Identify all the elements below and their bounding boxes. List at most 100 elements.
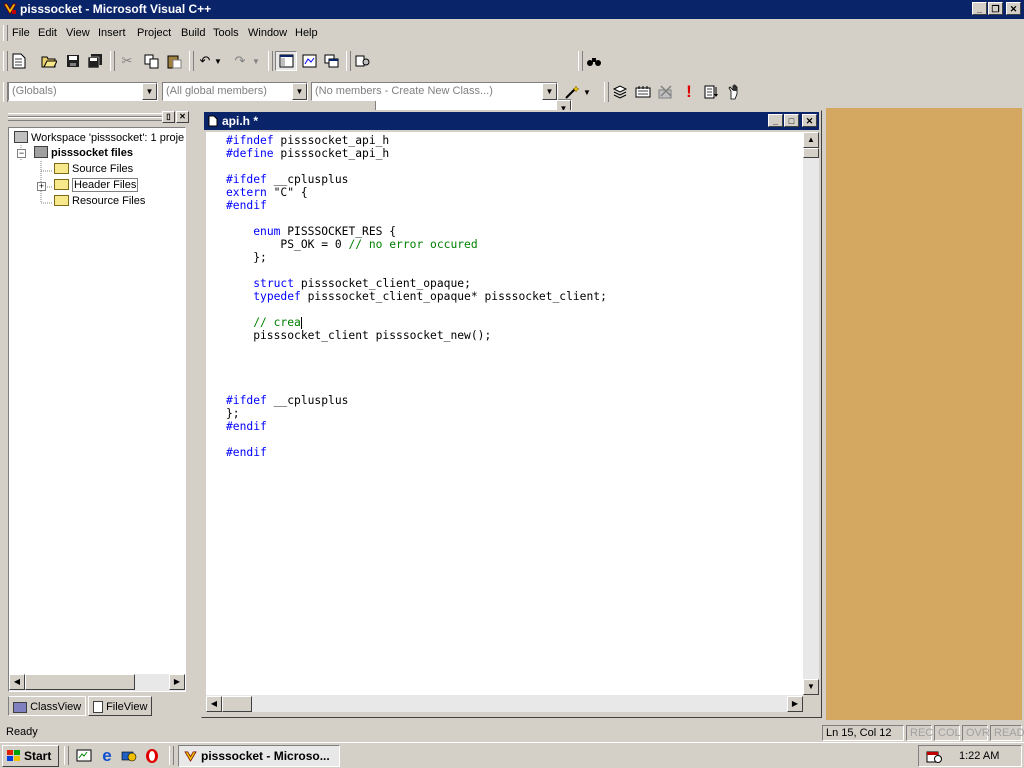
code-line[interactable]: PS_OK = 0 // no error occured — [226, 238, 477, 251]
restore-button[interactable]: ❐ — [988, 2, 1003, 15]
chevron-down-icon[interactable]: ▼ — [292, 83, 307, 100]
code-line[interactable]: extern "C" { — [226, 186, 308, 199]
tab-classview[interactable]: ClassView — [8, 696, 86, 716]
code-text[interactable]: #ifndef pisssocket_api_h #define pisssoc… — [226, 134, 607, 459]
close-button[interactable]: ✕ — [1006, 2, 1021, 15]
code-line[interactable]: }; — [226, 251, 267, 264]
new-text-file-icon[interactable] — [8, 51, 30, 71]
filter-combo[interactable]: (All global members) ▼ — [162, 82, 308, 101]
tree-item-header-files[interactable]: Header Files — [54, 177, 139, 193]
redo-icon[interactable]: ↷ — [229, 51, 251, 71]
clock[interactable]: 1:22 AM — [959, 750, 999, 762]
task-button-pisssocket[interactable]: pisssocket - Microso... — [178, 745, 340, 767]
scroll-up-icon[interactable]: ▲ — [803, 132, 819, 148]
tree-item-workspace[interactable]: Workspace 'pisssocket': 1 proje — [14, 130, 184, 146]
editor-title-bar[interactable]: api.h * _ □ ✕ — [204, 112, 819, 130]
scroll-thumb[interactable] — [25, 674, 135, 690]
start-button[interactable]: Start — [2, 745, 59, 767]
insert-breakpoint-icon[interactable] — [724, 82, 746, 102]
editor-minimize-button[interactable]: _ — [768, 114, 783, 127]
editor-horizontal-scrollbar[interactable]: ◀ ▶ — [206, 695, 803, 712]
editor-vertical-scrollbar[interactable]: ▲ ▼ — [803, 132, 819, 695]
outlook-icon[interactable] — [118, 746, 140, 766]
expand-header-files-icon[interactable]: + — [37, 182, 46, 191]
code-line[interactable]: #ifndef pisssocket_api_h — [226, 134, 389, 147]
menu-file[interactable]: File — [12, 27, 30, 39]
code-editor[interactable]: #ifndef pisssocket_api_h #define pisssoc… — [206, 132, 803, 695]
scheduler-tray-icon[interactable] — [926, 749, 942, 764]
internet-explorer-icon[interactable]: e — [96, 746, 118, 766]
find-in-files-icon[interactable] — [352, 51, 374, 71]
save-icon[interactable] — [62, 51, 84, 71]
menu-help[interactable]: Help — [295, 27, 318, 39]
build-icon[interactable] — [632, 82, 654, 102]
wizard-wand-icon[interactable] — [561, 82, 583, 102]
scope-combo[interactable]: (Globals) ▼ — [8, 82, 158, 101]
undo-dropdown-icon[interactable]: ▼ — [212, 51, 224, 71]
go-icon[interactable] — [700, 82, 722, 102]
title-bar[interactable]: pisssocket - Microsoft Visual C++ _ ❐ ✕ — [0, 0, 1024, 19]
wizard-dropdown-icon[interactable]: ▼ — [581, 82, 593, 102]
tree-horizontal-scrollbar[interactable]: ◀ ▶ — [9, 674, 185, 691]
menu-build[interactable]: Build — [181, 27, 205, 39]
code-line[interactable]: #endif — [226, 446, 267, 459]
paste-icon[interactable] — [163, 51, 185, 71]
quicklaunch-grip[interactable] — [64, 746, 69, 765]
menu-window[interactable]: Window — [248, 27, 287, 39]
tab-fileview[interactable]: FileView — [88, 696, 152, 716]
tree-item-project[interactable]: pisssocket files — [34, 145, 133, 161]
execute-icon[interactable]: ! — [678, 82, 700, 102]
code-line[interactable]: #ifdef __cplusplus — [226, 173, 348, 186]
scroll-down-icon[interactable]: ▼ — [803, 679, 819, 695]
code-line[interactable]: #endif — [226, 199, 267, 212]
pane-close-button[interactable]: ✕ — [176, 111, 189, 123]
visual-cpp-app-icon[interactable] — [3, 2, 17, 16]
members-combo[interactable]: (No members - Create New Class...) ▼ — [311, 82, 558, 101]
workspace-tree[interactable]: Workspace 'pisssocket': 1 proje − pissso… — [8, 127, 186, 692]
compile-icon[interactable] — [609, 82, 631, 102]
code-line[interactable]: #define pisssocket_api_h — [226, 147, 389, 160]
code-line[interactable]: #ifdef __cplusplus — [226, 394, 348, 407]
open-folder-icon[interactable] — [38, 51, 60, 71]
code-line[interactable]: struct pisssocket_client_opaque; — [226, 277, 471, 290]
redo-dropdown-icon[interactable]: ▼ — [250, 51, 262, 71]
find-binoculars-icon[interactable] — [583, 51, 605, 71]
save-all-icon[interactable] — [84, 51, 106, 71]
menu-tools[interactable]: Tools — [213, 27, 239, 39]
collapse-project-icon[interactable]: − — [17, 149, 26, 158]
minimize-button[interactable]: _ — [972, 2, 987, 15]
taskbar-grip[interactable] — [169, 746, 174, 765]
opera-icon[interactable] — [141, 746, 163, 766]
size-grip[interactable] — [803, 695, 819, 713]
scroll-thumb[interactable] — [803, 148, 819, 158]
menu-view[interactable]: View — [66, 27, 90, 39]
code-line[interactable]: pisssocket_client pisssocket_new(); — [226, 329, 491, 342]
tree-item-source-files[interactable]: Source Files — [54, 161, 133, 177]
scroll-right-icon[interactable]: ▶ — [787, 696, 803, 712]
chevron-down-icon[interactable]: ▼ — [542, 83, 557, 100]
stop-build-icon[interactable] — [655, 82, 677, 102]
show-desktop-icon[interactable] — [73, 746, 95, 766]
chevron-down-icon[interactable]: ▼ — [142, 83, 157, 100]
menu-project[interactable]: Project — [137, 27, 171, 39]
tree-item-resource-files[interactable]: Resource Files — [54, 193, 145, 209]
output-window-icon[interactable] — [298, 51, 320, 71]
pane-maximize-button[interactable]: ▯ — [162, 111, 175, 123]
menu-edit[interactable]: Edit — [38, 27, 57, 39]
scroll-left-icon[interactable]: ◀ — [206, 696, 222, 712]
code-line[interactable]: enum PISSSOCKET_RES { — [226, 225, 396, 238]
menubar-grip[interactable] — [3, 25, 8, 41]
editor-close-button[interactable]: ✕ — [802, 114, 817, 127]
scroll-thumb[interactable] — [222, 696, 252, 712]
window-list-icon[interactable] — [320, 51, 342, 71]
copy-icon[interactable] — [140, 51, 162, 71]
code-line[interactable]: typedef pisssocket_client_opaque* pissso… — [226, 290, 607, 303]
code-line[interactable]: // crea — [226, 316, 302, 329]
scroll-left-icon[interactable]: ◀ — [9, 674, 25, 690]
code-line[interactable]: }; — [226, 407, 240, 420]
code-line[interactable]: #endif — [226, 420, 267, 433]
cut-icon[interactable]: ✂ — [116, 51, 138, 71]
workspace-window-icon[interactable] — [275, 51, 297, 71]
pane-grip[interactable] — [8, 117, 164, 121]
menu-insert[interactable]: Insert — [98, 27, 126, 39]
